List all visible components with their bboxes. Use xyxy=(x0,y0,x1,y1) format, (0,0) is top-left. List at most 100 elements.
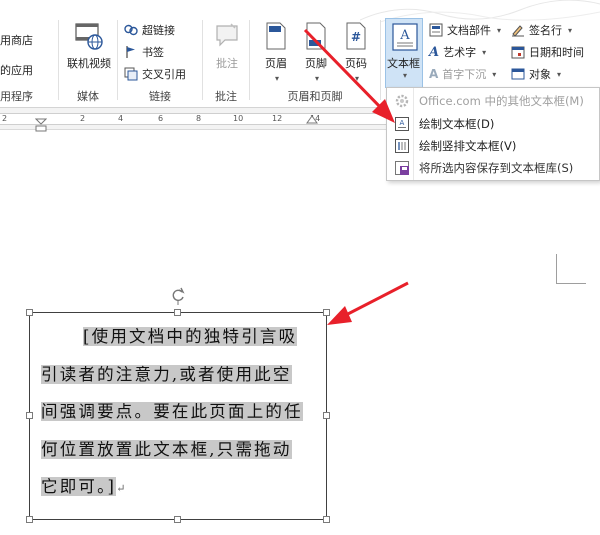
menu-item-save-to-gallery[interactable]: 将所选内容保存到文本框库(S) xyxy=(387,157,599,179)
footer-icon xyxy=(306,22,326,50)
wordart-icon: A xyxy=(429,44,440,60)
chevron-down-icon: ▾ xyxy=(354,74,359,83)
textbox-label: 文本框 xyxy=(387,57,420,70)
object-label: 对象 xyxy=(529,68,551,81)
save-to-gallery-icon xyxy=(395,161,409,175)
resize-handle[interactable] xyxy=(174,516,181,523)
media-group: 联机视频 媒体 xyxy=(59,0,117,107)
cross-reference-icon xyxy=(124,67,138,81)
text-line: [使用文档中的独特引言吸 xyxy=(41,318,317,356)
textbox-dropdown-menu: Office.com 中的其他文本框(M) A 绘制文本框(D) 绘制竖排文本框… xyxy=(386,87,600,181)
ruler-tick: 12 xyxy=(272,114,283,123)
selected-text: 它即可。] xyxy=(41,477,117,496)
drop-cap-button[interactable]: A 首字下沉 ▾ xyxy=(429,66,496,82)
chevron-down-icon: ▾ xyxy=(497,25,502,35)
hyperlink-button[interactable]: 超链接 xyxy=(124,22,175,38)
svg-text:A: A xyxy=(400,119,405,127)
draw-vertical-textbox-icon xyxy=(395,139,409,153)
rotate-handle-icon[interactable] xyxy=(170,287,186,305)
calendar-icon xyxy=(511,46,525,59)
header-icon xyxy=(266,22,286,50)
page-number-label: 页码 xyxy=(345,57,367,70)
selected-text: 间强调要点。要在此页面上的任 xyxy=(41,402,303,421)
ruler-tick: 6 xyxy=(158,114,164,123)
online-video-button[interactable]: 联机视频 xyxy=(63,22,115,71)
selected-text: 引读者的注意力,或者使用此空 xyxy=(41,364,292,384)
object-icon xyxy=(511,68,525,80)
chevron-down-icon: ▾ xyxy=(557,69,562,79)
resize-handle[interactable] xyxy=(323,412,330,419)
chevron-down-icon: ▾ xyxy=(492,69,497,79)
resize-handle[interactable] xyxy=(174,309,181,316)
drop-cap-icon: A xyxy=(429,67,439,81)
comments-group-label: 批注 xyxy=(215,90,237,103)
textbox-icon: A xyxy=(392,23,418,51)
quick-parts-button[interactable]: 文档部件 ▾ xyxy=(429,22,501,38)
quick-parts-icon xyxy=(429,23,443,37)
chevron-down-icon: ▾ xyxy=(482,47,487,57)
comment-icon xyxy=(216,23,238,47)
store-button[interactable]: 用商店 xyxy=(0,32,33,48)
page-margin-corner xyxy=(556,254,586,284)
cross-reference-label: 交叉引用 xyxy=(142,68,186,81)
footer-button[interactable]: 页脚 ▾ xyxy=(296,22,336,84)
signature-line-label: 签名行 xyxy=(529,24,562,37)
header-footer-group-label: 页眉和页脚 xyxy=(287,90,343,103)
date-time-button[interactable]: 日期和时间 xyxy=(511,44,584,60)
footer-label: 页脚 xyxy=(305,57,327,70)
header-button[interactable]: 页眉 ▾ xyxy=(256,22,296,84)
bookmark-button[interactable]: 书签 xyxy=(124,44,164,60)
ruler-tick: 4 xyxy=(118,114,124,123)
menu-item-label: Office.com 中的其他文本框(M) xyxy=(419,94,584,108)
text-line: 间强调要点。要在此页面上的任 xyxy=(41,393,317,431)
bookmark-label: 书签 xyxy=(142,46,164,59)
right-indent-marker[interactable] xyxy=(306,114,318,124)
menu-item-draw-textbox[interactable]: A 绘制文本框(D) xyxy=(387,113,599,135)
svg-text:A: A xyxy=(399,28,410,43)
menu-item-label: 将所选内容保存到文本框库(S) xyxy=(419,161,574,175)
signature-line-icon xyxy=(512,25,524,37)
resize-handle[interactable] xyxy=(26,516,33,523)
menu-item-draw-vertical-textbox[interactable]: 绘制竖排文本框(V) xyxy=(387,135,599,157)
svg-text:#: # xyxy=(351,30,361,44)
text-line: 它即可。]↵ xyxy=(41,468,317,508)
apps-group-label: 用程序 xyxy=(0,90,33,103)
apps-group: 用商店 的应用 用程序 xyxy=(0,0,58,107)
comment-button[interactable]: 批注 xyxy=(207,22,247,71)
wordart-label: 艺术字 xyxy=(443,46,477,59)
chevron-down-icon: ▾ xyxy=(403,71,408,80)
resize-handle[interactable] xyxy=(26,309,33,316)
ruler-tick: 10 xyxy=(233,114,244,123)
date-time-label: 日期和时间 xyxy=(529,46,584,59)
bookmark-icon xyxy=(126,46,135,58)
resize-handle[interactable] xyxy=(323,309,330,316)
header-label: 页眉 xyxy=(265,57,287,70)
comment-label: 批注 xyxy=(216,57,238,70)
hyperlink-label: 超链接 xyxy=(142,24,175,37)
chevron-down-icon: ▾ xyxy=(568,25,573,35)
quick-parts-label: 文档部件 xyxy=(447,24,491,37)
indent-marker[interactable] xyxy=(35,118,47,132)
office-gear-icon xyxy=(395,94,409,108)
resize-handle[interactable] xyxy=(323,516,330,523)
resize-handle[interactable] xyxy=(26,412,33,419)
wordart-button[interactable]: A 艺术字 ▾ xyxy=(429,44,486,60)
drop-cap-label: 首字下沉 xyxy=(442,68,487,81)
hyperlink-icon xyxy=(124,24,138,36)
text-box-content[interactable]: [使用文档中的独特引言吸 引读者的注意力,或者使用此空 间强调要点。要在此页面上… xyxy=(41,318,317,508)
textbox-button[interactable]: A 文本框 ▾ xyxy=(385,18,423,88)
my-apps-button[interactable]: 的应用 xyxy=(0,62,33,78)
links-group-label: 链接 xyxy=(149,90,171,103)
ruler-tick: 2 xyxy=(2,114,8,123)
signature-line-button[interactable]: 签名行 ▾ xyxy=(511,22,572,38)
page-number-button[interactable]: # 页码 ▾ xyxy=(336,22,376,84)
menu-item-label: 绘制竖排文本框(V) xyxy=(419,139,517,153)
object-button[interactable]: 对象 ▾ xyxy=(511,66,561,82)
cross-reference-button[interactable]: 交叉引用 xyxy=(124,66,186,82)
page-number-icon: # xyxy=(346,22,366,50)
selected-text: [使用文档中的独特引言吸 xyxy=(83,327,298,346)
text-line: 引读者的注意力,或者使用此空 xyxy=(41,356,317,394)
menu-item-more-textboxes[interactable]: Office.com 中的其他文本框(M) xyxy=(387,90,599,112)
menu-item-label: 绘制文本框(D) xyxy=(419,117,495,131)
ruler-tick: 2 xyxy=(80,114,86,123)
